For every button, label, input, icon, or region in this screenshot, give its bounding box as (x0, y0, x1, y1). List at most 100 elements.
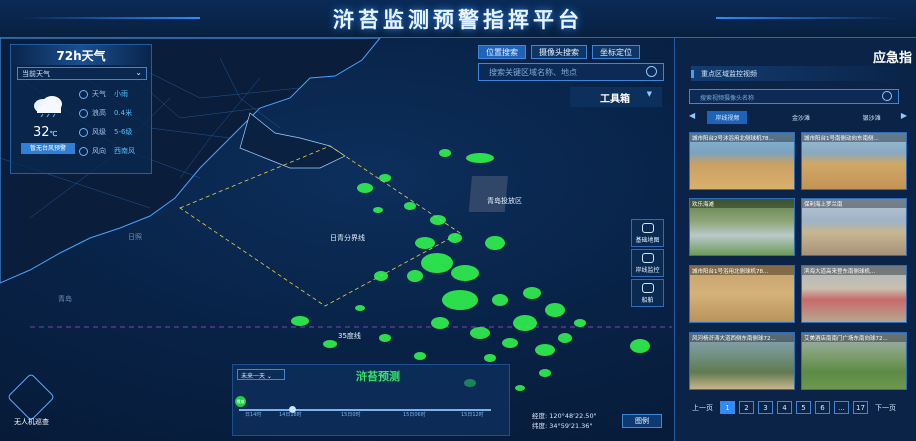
video-tile[interactable]: 保利海上罗兰南 (801, 198, 907, 256)
latitude-readout: 纬度: 34°59'21.36" (532, 422, 593, 430)
video-tile[interactable]: 欢乐海滩 (689, 198, 795, 256)
timeline-track[interactable] (239, 409, 491, 411)
weather-select[interactable]: 当前天气 ⌄ (17, 67, 147, 80)
map-label-city-a: 日照 (128, 233, 142, 241)
search-placeholder: 搜索关键区域名称、地点 (489, 68, 577, 77)
longitude-readout: 经度: 120°48'22.50" (532, 412, 597, 420)
search-input[interactable]: 搜索关键区域名称、地点 (478, 63, 664, 81)
video-search-input[interactable]: 搜索视频摄像头名称 (689, 89, 899, 104)
caret-down-icon: ▼ (646, 90, 652, 98)
video-search-placeholder: 搜索视频摄像头名称 (700, 95, 755, 102)
tab-shore-video[interactable]: 岸线视频 (707, 111, 748, 124)
app-header: 浒苔监测预警指挥平台 (0, 0, 916, 38)
video-tabs: ◀ 岸线视频 金沙滩 银沙滩 ▶ (689, 111, 907, 124)
pagination: 上一页 1 2 3 4 5 6 ... 17 下一页 (689, 401, 913, 414)
video-tile[interactable]: 城市阳台2号沐浴用北侧球机78... (689, 132, 795, 190)
weather-value: 0.4米 (114, 109, 133, 117)
forecast-range-select[interactable]: 未来一天 ⌄ (237, 369, 285, 380)
shore-monitor-button[interactable]: 岸线监控 (631, 249, 664, 277)
emergency-panel: 应急指 重点区域监控视频 搜索视频摄像头名称 ◀ 岸线视频 金沙滩 银沙滩 ▶ … (674, 38, 916, 441)
camera-icon (642, 253, 654, 263)
temperature-unit: ℃ (49, 130, 58, 138)
video-label: 欢乐海滩 (690, 199, 794, 208)
typhoon-badge: 暂无台风预警 (21, 143, 75, 154)
weather-title: 72h天气 (11, 45, 151, 65)
map-label-latitude: 35度线 (338, 332, 361, 340)
video-section-title: 重点区域监控视频 (691, 66, 915, 81)
video-tile[interactable]: 城市阳台1号南侧动向东南侧... (801, 132, 907, 190)
page-button[interactable]: 6 (815, 401, 830, 414)
base-map-label: 基础地图 (635, 237, 660, 244)
weather-panel: 72h天气 当前天气 ⌄ 32℃ 暂无台风预警 天气 小雨 浪高 0.4米 风级 5-… (10, 44, 152, 174)
map-label-city-b: 青岛 (58, 295, 72, 303)
weather-value: 5-6级 (114, 128, 133, 136)
chevron-left-icon[interactable]: ◀ (689, 111, 695, 120)
zone-boundary (179, 145, 461, 307)
chevron-right-icon[interactable]: ▶ (901, 111, 907, 120)
search-tabs: 位置搜索 摄像头搜索 坐标定位 (478, 45, 640, 59)
temperature-value: 32 (33, 125, 50, 140)
video-tile[interactable]: 风河杨浒涛大道西侧东南侧球72... (689, 332, 795, 390)
timeline-tick: 日14时 (245, 412, 262, 418)
video-label: 城市阳台1号南侧动向东南侧... (802, 133, 906, 142)
peninsula-shape (239, 112, 346, 169)
page-button[interactable]: 4 (777, 401, 792, 414)
weather-row: 天气 小雨 (79, 89, 155, 99)
video-label: 滨海大道高来登东南侧球机... (802, 266, 906, 275)
page-title: 浒苔监测预警指挥平台 (333, 8, 583, 32)
video-label: 城市阳台1号浴用北侧球机78... (690, 266, 794, 275)
shore-monitor-label: 岸线监控 (635, 267, 660, 274)
search-icon[interactable] (882, 91, 892, 101)
chevron-down-icon: ⌄ (135, 68, 142, 77)
toolbox-dropdown[interactable]: 工具箱 ▼ (570, 87, 662, 107)
weather-value: 小雨 (114, 90, 128, 98)
weather-row: 风级 5-6级 (79, 127, 155, 137)
ship-button[interactable]: 船舶 (631, 279, 664, 307)
video-label: 风河杨浒涛大道西侧东南侧球72... (690, 333, 794, 342)
page-button[interactable]: 5 (796, 401, 811, 414)
tab-silver-beach[interactable]: 银沙滩 (855, 111, 889, 124)
prev-page-button[interactable]: 上一页 (689, 403, 716, 413)
search-icon[interactable] (646, 66, 657, 77)
toolbox-label: 工具箱 (600, 94, 630, 105)
tab-location-search[interactable]: 位置搜索 (478, 45, 526, 59)
page-button[interactable]: 2 (739, 401, 754, 414)
weather-value: 西南风 (114, 147, 135, 155)
tab-camera-search[interactable]: 摄像头搜索 (531, 45, 587, 59)
ship-label: 船舶 (641, 297, 654, 304)
weather-key: 天气 (92, 90, 106, 98)
tab-golden-beach[interactable]: 金沙滩 (784, 111, 818, 124)
header-decor-right (716, 17, 896, 19)
weather-row: 风向 西南风 (79, 146, 155, 156)
emergency-title: 应急指 (872, 51, 912, 66)
base-map-button[interactable]: 基础地图 (631, 219, 664, 247)
wind-icon (79, 127, 88, 137)
temperature: 32℃ (33, 125, 57, 140)
video-tile[interactable]: 艾美酒店南南门广场东南向球72... (801, 332, 907, 390)
video-grid: 城市阳台2号沐浴用北侧球机78... 城市阳台1号南侧动向东南侧... 欢乐海滩… (689, 132, 909, 394)
page-button[interactable]: 17 (853, 401, 868, 414)
wind-direction-icon (79, 146, 88, 156)
timeline-tick: 15日06时 (403, 412, 426, 418)
next-page-button[interactable]: 下一页 (872, 403, 899, 413)
play-button[interactable]: 播放 (235, 396, 246, 407)
page-button[interactable]: 3 (758, 401, 773, 414)
map-label-zone: 日青分界线 (330, 234, 365, 242)
timeline-tick: 14日18时 (279, 412, 302, 418)
forecast-timeline: 未来一天 ⌄ 浒苔预测 播放 日14时 14日18时 15日0时 15日06时 … (232, 364, 510, 436)
video-label: 城市阳台2号沐浴用北侧球机78... (690, 133, 794, 142)
map-layer-icon (642, 223, 654, 233)
map-label-release: 青岛投放区 (487, 197, 522, 205)
rain-cloud-icon (34, 96, 62, 117)
page-button[interactable]: 1 (720, 401, 735, 414)
video-tile[interactable]: 滨海大道高来登东南侧球机... (801, 265, 907, 323)
weather-key: 风向 (92, 147, 106, 155)
ship-icon (642, 283, 654, 293)
weather-select-value: 当前天气 (22, 70, 50, 78)
release-zone (468, 176, 508, 212)
tab-coordinate[interactable]: 坐标定位 (592, 45, 640, 59)
forecast-title: 浒苔预测 (356, 370, 400, 383)
video-tile[interactable]: 城市阳台1号浴用北侧球机78... (689, 265, 795, 323)
legend-button[interactable]: 图例 (622, 414, 662, 428)
forecast-range-value: 未来一天 (241, 373, 266, 380)
